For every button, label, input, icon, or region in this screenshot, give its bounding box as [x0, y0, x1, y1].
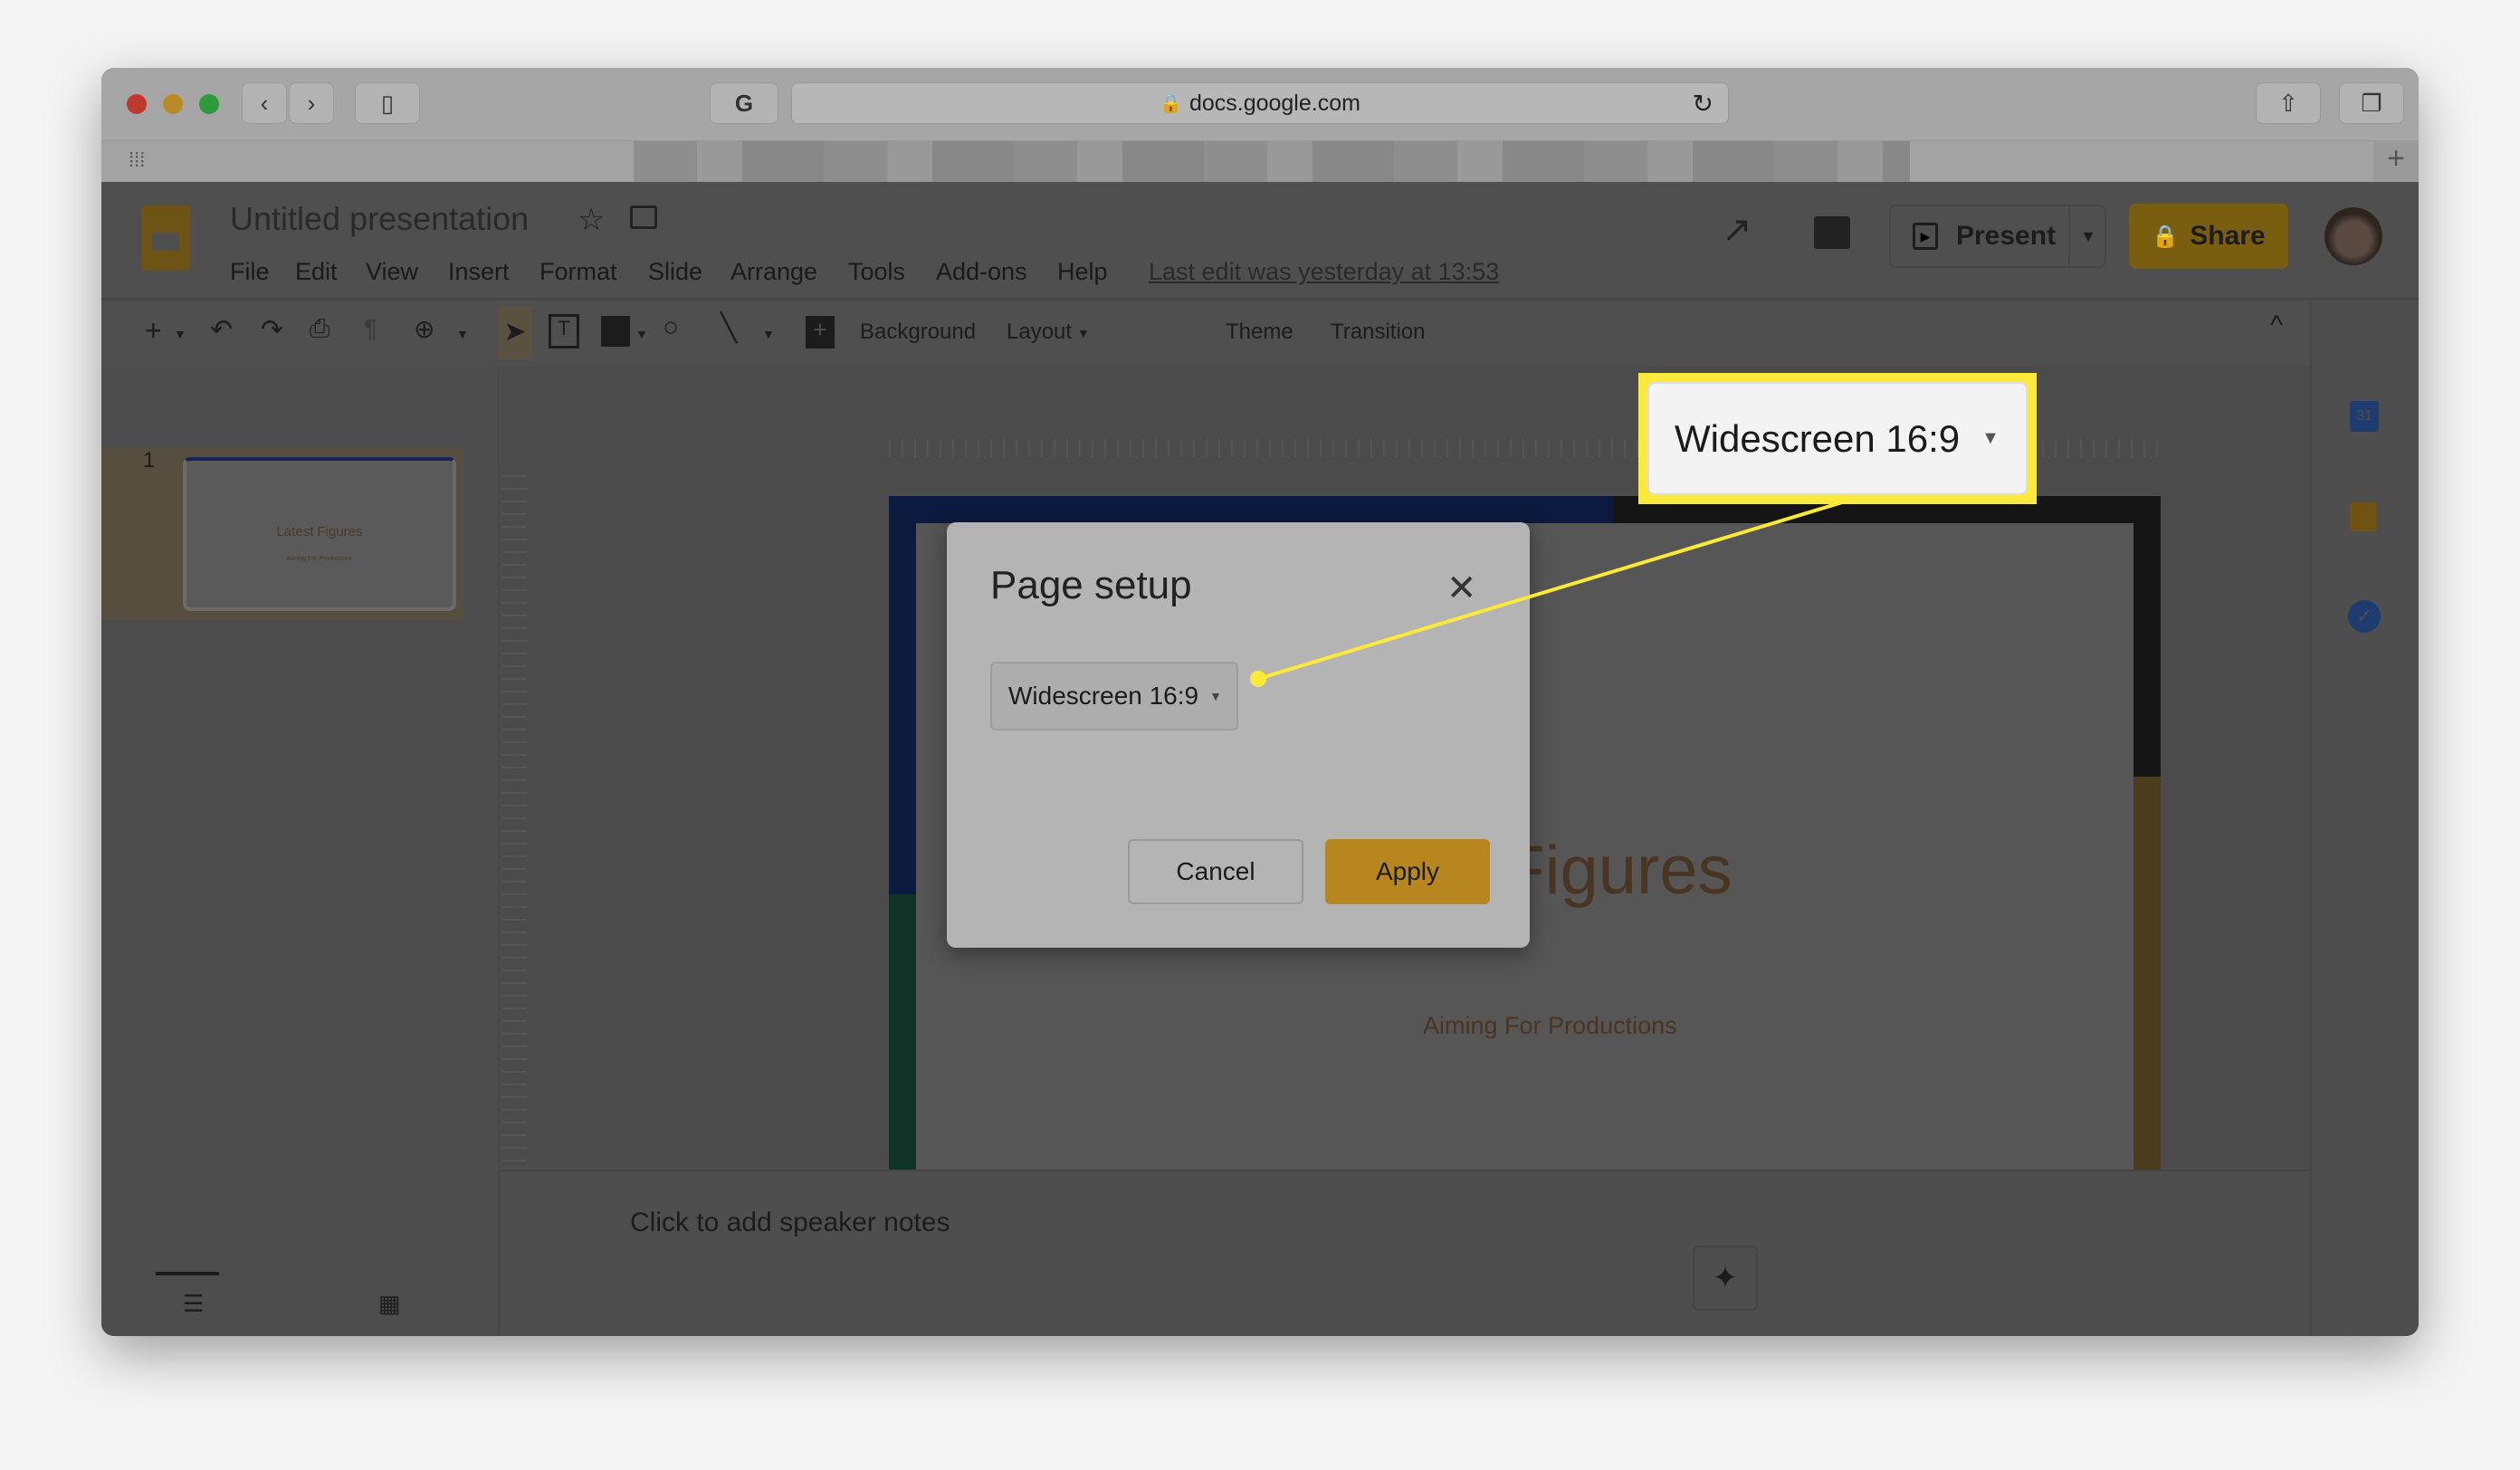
- chevron-down-icon: ▼: [1981, 428, 2000, 448]
- callout-connector: [1250, 501, 1843, 687]
- callout-highlight: Widescreen 16:9 ▼: [1638, 373, 2037, 504]
- callout-label: Widescreen 16:9: [1675, 416, 1961, 460]
- callout-line: [1257, 501, 1843, 681]
- callout-dot: [1250, 671, 1266, 687]
- callout-select: Widescreen 16:9 ▼: [1647, 382, 2028, 495]
